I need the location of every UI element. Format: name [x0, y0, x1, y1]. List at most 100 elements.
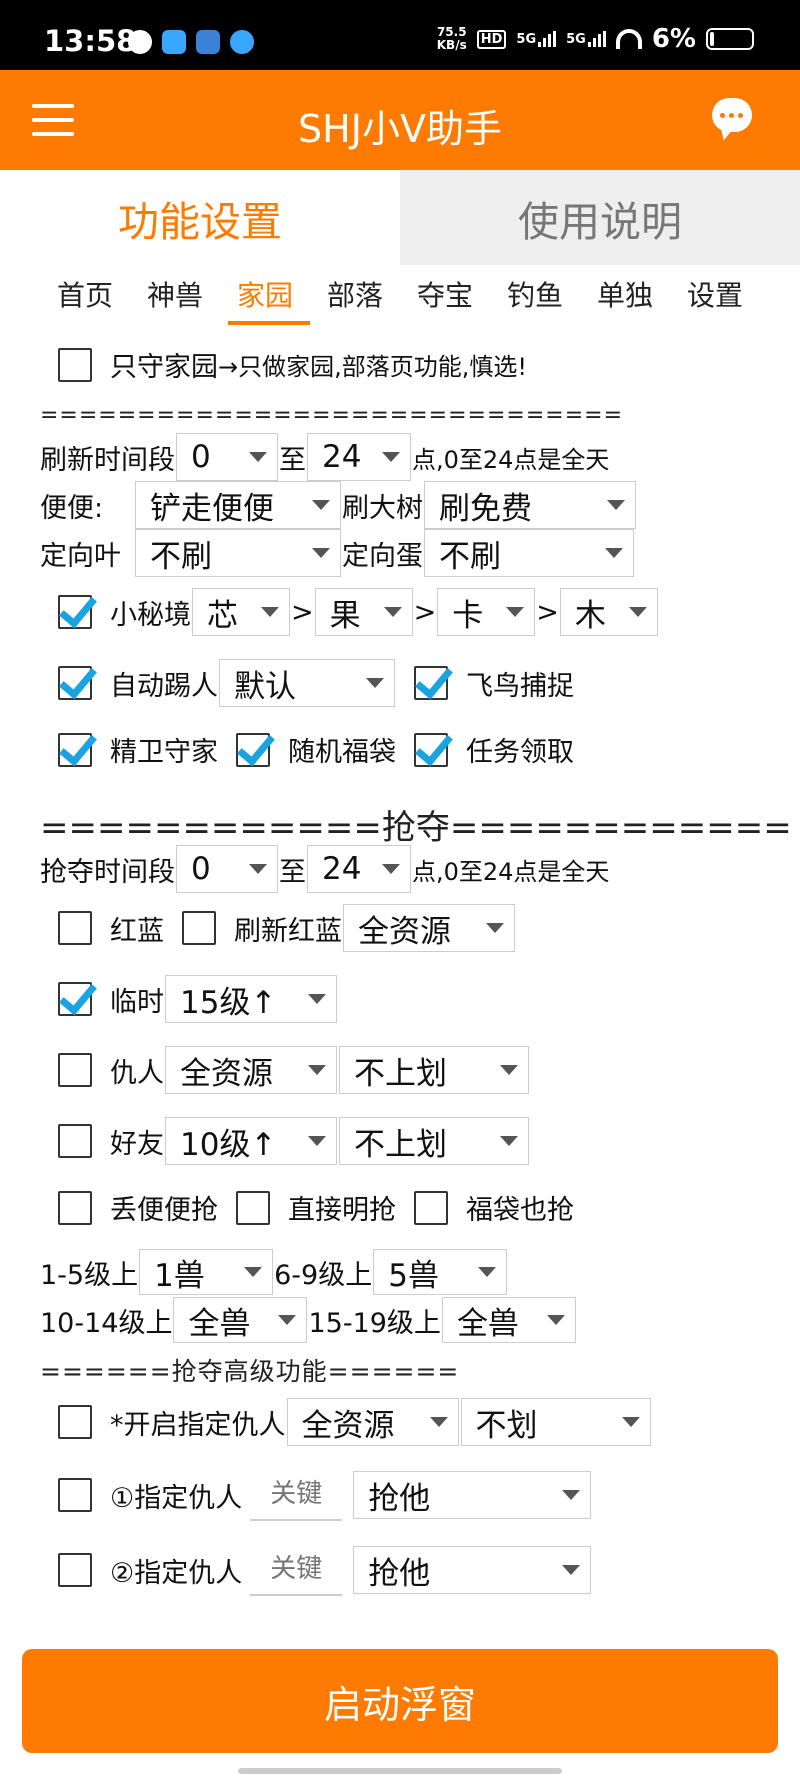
- rob-to-select[interactable]: 24: [307, 845, 411, 893]
- subtab-single[interactable]: 单独: [580, 275, 670, 325]
- direct-rob-checkbox[interactable]: [236, 1190, 270, 1225]
- refresh-redblue-checkbox[interactable]: [182, 911, 216, 945]
- home-only-checkbox[interactable]: [58, 347, 92, 382]
- level-a-select[interactable]: 1兽: [139, 1249, 274, 1295]
- assign-enemy-select[interactable]: 全资源: [286, 1398, 459, 1446]
- poop-row: 便便: 铲走便便 刷大树 刷免费: [40, 481, 637, 529]
- lucky-bag-checkbox[interactable]: [236, 732, 270, 767]
- bird-catch-label: 飞鸟捕捉: [466, 670, 574, 702]
- secret-select-3[interactable]: 卡: [437, 588, 536, 636]
- subtab-homestead[interactable]: 家园: [220, 275, 310, 325]
- enemy-select[interactable]: 全资源: [165, 1046, 337, 1094]
- enemy-scroll-select[interactable]: 不上划: [339, 1046, 529, 1094]
- level-d-label: 15-19级上: [308, 1307, 441, 1339]
- leaf-row: 定向叶 不刷 定向蛋 不刷: [40, 529, 635, 577]
- secret-select-1[interactable]: 芯: [192, 588, 290, 636]
- qq-icon: [230, 30, 254, 54]
- chevron-down-icon: [278, 1315, 297, 1325]
- target2-select[interactable]: 抢他: [353, 1546, 592, 1594]
- app-notification-icon: [162, 30, 186, 54]
- chevron-down-icon: [500, 1065, 518, 1075]
- separator: ==============================: [40, 403, 624, 428]
- subtab-settings[interactable]: 设置: [670, 275, 760, 325]
- target1-keyword-input[interactable]: [250, 1469, 343, 1521]
- rob-options-row: 丢便便抢 直接明抢 福袋也抢: [58, 1188, 574, 1227]
- redblue-row: 红蓝 刷新红蓝 全资源: [58, 904, 516, 952]
- guard-home-label: 精卫守家: [110, 737, 218, 768]
- level-b-label: 6-9级上: [274, 1259, 373, 1291]
- assign-enemy-checkbox[interactable]: [58, 1405, 92, 1439]
- level-c-select[interactable]: 全兽: [173, 1297, 308, 1343]
- chevron-down-icon: [486, 923, 504, 933]
- level-b-select[interactable]: 5兽: [373, 1249, 508, 1295]
- guard-row: 精卫守家 随机福袋 任务领取: [58, 730, 574, 769]
- auto-kick-select[interactable]: 默认: [219, 659, 395, 707]
- subtab-home[interactable]: 首页: [40, 275, 130, 325]
- auto-kick-label: 自动踢人: [110, 670, 218, 702]
- bird-catch-checkbox[interactable]: [414, 666, 448, 700]
- battery-percent: 6%: [651, 24, 696, 54]
- chevron-down-icon: [308, 1136, 326, 1146]
- temp-checkbox[interactable]: [58, 982, 92, 1016]
- target2-checkbox[interactable]: [58, 1553, 92, 1587]
- rob-from-select[interactable]: 0: [176, 845, 278, 893]
- bag-rob-checkbox[interactable]: [414, 1190, 448, 1225]
- tree-select[interactable]: 刷免费: [424, 481, 636, 529]
- start-float-window-button[interactable]: 启动浮窗: [22, 1649, 778, 1753]
- level-c-label: 10-14级上: [40, 1307, 173, 1339]
- secret-realm-checkbox[interactable]: [58, 595, 92, 629]
- refresh-to-select[interactable]: 24: [307, 433, 411, 481]
- poop-label: 便便:: [40, 492, 104, 524]
- secret-select-2[interactable]: 果: [314, 588, 413, 636]
- secret-realm-label: 小秘境: [110, 599, 191, 631]
- subtab-treasure[interactable]: 夺宝: [400, 275, 490, 325]
- rob-time-label: 抢夺时间段: [40, 856, 175, 888]
- leaf-select[interactable]: 不刷: [135, 529, 341, 577]
- home-indicator[interactable]: [238, 1768, 562, 1774]
- target1-checkbox[interactable]: [58, 1478, 92, 1512]
- redblue-select[interactable]: 全资源: [343, 904, 515, 952]
- chevron-down-icon: [621, 1417, 640, 1427]
- target1-row: ①指定仇人 抢他: [58, 1469, 592, 1521]
- friend-select[interactable]: 10级↑: [165, 1117, 337, 1165]
- egg-select[interactable]: 不刷: [424, 529, 634, 577]
- secret-realm-row: 小秘境 芯 > 果 > 卡 > 木: [58, 588, 659, 636]
- chevron-down-icon: [500, 1136, 518, 1146]
- guard-home-checkbox[interactable]: [58, 732, 92, 767]
- auto-kick-checkbox[interactable]: [58, 666, 92, 700]
- signal-icon: 5G: [566, 31, 606, 47]
- friend-label: 好友: [110, 1128, 164, 1160]
- poop-rob-checkbox[interactable]: [58, 1190, 92, 1225]
- target1-select[interactable]: 抢他: [353, 1471, 592, 1519]
- sub-tabs: 首页 神兽 家园 部落 夺宝 钓鱼 单独 设置: [40, 275, 760, 325]
- tab-feature-settings[interactable]: 功能设置: [0, 170, 400, 265]
- chevron-down-icon: [478, 1267, 497, 1277]
- tab-instructions[interactable]: 使用说明: [400, 170, 800, 265]
- home-only-label: 只守家园: [110, 352, 218, 383]
- friend-scroll-select[interactable]: 不上划: [339, 1117, 529, 1165]
- section-rob-header: ============抢夺============: [40, 808, 792, 848]
- chat-icon[interactable]: [712, 98, 752, 132]
- chevron-down-icon: [249, 864, 267, 874]
- subtab-beast[interactable]: 神兽: [130, 275, 220, 325]
- task-claim-label: 任务领取: [466, 737, 574, 768]
- lucky-bag-label: 随机福袋: [288, 737, 396, 768]
- enemy-checkbox[interactable]: [58, 1053, 92, 1087]
- subtab-fishing[interactable]: 钓鱼: [490, 275, 580, 325]
- assign-enemy-scroll-select[interactable]: 不划: [460, 1398, 651, 1446]
- redblue-checkbox[interactable]: [58, 911, 92, 945]
- app-bar: SHJ小V助手: [0, 70, 800, 170]
- temp-select[interactable]: 15级↑: [165, 975, 337, 1023]
- assign-enemy-row: *开启指定仇人 全资源 不划: [58, 1398, 652, 1446]
- refresh-from-select[interactable]: 0: [176, 433, 278, 481]
- level-d-select[interactable]: 全兽: [441, 1297, 576, 1343]
- egg-label: 定向蛋: [342, 540, 423, 572]
- friend-checkbox[interactable]: [58, 1124, 92, 1158]
- home-only-row: 只守家园 →只做家园,部落页功能,慎选!: [58, 345, 527, 384]
- poop-select[interactable]: 铲走便便: [135, 481, 341, 529]
- rob-time-row: 抢夺时间段 0 至 24 点,0至24点是全天: [40, 845, 609, 893]
- task-claim-checkbox[interactable]: [414, 732, 448, 767]
- subtab-tribe[interactable]: 部落: [310, 275, 400, 325]
- target2-keyword-input[interactable]: [250, 1544, 343, 1596]
- secret-select-4[interactable]: 木: [559, 588, 658, 636]
